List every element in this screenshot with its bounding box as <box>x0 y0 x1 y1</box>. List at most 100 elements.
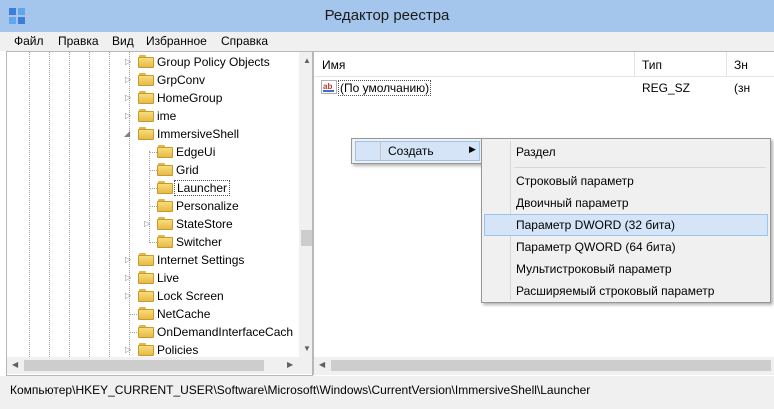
scroll-up-icon[interactable]: ▲ <box>303 56 311 65</box>
tree-item-label: Lock Screen <box>157 289 224 303</box>
tree-item-label: Group Policy Objects <box>157 55 270 69</box>
folder-icon <box>138 55 154 68</box>
tree-item-label: ime <box>157 109 177 123</box>
menu-item-label: Раздел <box>516 145 556 159</box>
value-row[interactable]: ab (По умолчанию) REG_SZ (зн <box>314 78 774 96</box>
tree-item-label: StateStore <box>176 217 233 231</box>
scroll-down-icon[interactable]: ▼ <box>303 344 311 353</box>
tree-item-label: HomeGroup <box>157 91 223 105</box>
menu-item-label: Параметр QWORD (64 бита) <box>516 240 676 254</box>
folder-icon <box>138 253 154 266</box>
menu-item-label: Строковый параметр <box>516 174 634 188</box>
window-title: Редактор реестра <box>324 7 450 24</box>
tree-connector <box>149 170 157 171</box>
menu-item-dword-value[interactable]: Параметр DWORD (32 бита) <box>484 214 768 236</box>
collapse-arrow-icon[interactable]: ◢ <box>124 129 130 138</box>
registry-tree[interactable]: ▷ Group Policy Objects ▷ GrpConv ▷ HomeG… <box>6 51 313 376</box>
folder-icon <box>157 163 173 176</box>
column-data[interactable]: Зн <box>734 58 748 72</box>
status-path: Компьютер\HKEY_CURRENT_USER\Software\Mic… <box>10 383 591 397</box>
value-data: (зн <box>734 81 751 95</box>
menu-help[interactable]: Справка <box>221 34 268 48</box>
scroll-thumb[interactable] <box>24 360 264 371</box>
title-bar: Редактор реестра <box>0 0 774 32</box>
folder-icon <box>157 181 173 194</box>
scroll-left-icon[interactable]: ◀ <box>319 360 325 369</box>
expand-arrow-icon[interactable]: ▷ <box>125 57 131 66</box>
menu-item-label: Расширяемый строковый параметр <box>516 284 715 298</box>
folder-icon <box>138 307 154 320</box>
tree-guide-line <box>29 52 30 357</box>
folder-icon <box>138 343 154 356</box>
svg-text:ab: ab <box>323 82 332 91</box>
value-name: (По умолчанию) <box>338 80 432 96</box>
tree-horizontal-scrollbar[interactable]: ◀ ▶ <box>7 357 299 374</box>
tree-item-label: Internet Settings <box>157 253 245 267</box>
tree-item-label: EdgeUi <box>176 145 216 159</box>
expand-arrow-icon[interactable]: ▷ <box>125 111 131 120</box>
menu-view[interactable]: Вид <box>112 34 134 48</box>
column-divider[interactable] <box>726 52 727 76</box>
menu-item-qword-value[interactable]: Параметр QWORD (64 бита) <box>484 236 768 258</box>
tree-connector <box>149 206 157 207</box>
menu-item-multistring-value[interactable]: Мультистроковый параметр <box>484 258 768 280</box>
menu-item-string-value[interactable]: Строковый параметр <box>484 170 768 192</box>
expand-arrow-icon[interactable]: ▷ <box>125 345 131 354</box>
menu-item-label: Мультистроковый параметр <box>516 262 672 276</box>
folder-icon <box>157 217 173 230</box>
tree-item-label: OnDemandInterfaceCach <box>157 325 294 339</box>
column-divider[interactable] <box>634 52 635 76</box>
string-value-icon: ab <box>321 80 337 94</box>
menu-item-expandable-string-value[interactable]: Расширяемый строковый параметр <box>484 280 768 302</box>
folder-icon <box>138 109 154 122</box>
values-horizontal-scrollbar[interactable]: ◀ <box>314 357 774 375</box>
tree-connector <box>149 242 157 243</box>
scroll-thumb[interactable] <box>331 360 771 371</box>
tree-guide-line <box>109 52 110 357</box>
menu-favorites[interactable]: Избранное <box>146 34 207 48</box>
folder-icon <box>138 271 154 284</box>
menu-item-label: Двоичный параметр <box>516 196 629 210</box>
menu-separator <box>514 167 766 168</box>
menu-edit[interactable]: Правка <box>58 34 99 48</box>
context-menu: Создать ▶ <box>351 138 484 164</box>
tree-vertical-scrollbar[interactable]: ▲ ▼ <box>299 52 312 357</box>
menu-item-binary-value[interactable]: Двоичный параметр <box>484 192 768 214</box>
scroll-left-icon[interactable]: ◀ <box>12 360 18 369</box>
column-type[interactable]: Тип <box>642 58 662 72</box>
column-name[interactable]: Имя <box>322 58 345 72</box>
tree-item-label: GrpConv <box>157 73 206 87</box>
expand-arrow-icon[interactable]: ▷ <box>125 93 131 102</box>
folder-icon <box>138 91 154 104</box>
expand-arrow-icon[interactable]: ▷ <box>125 291 131 300</box>
tree-item-label: NetCache <box>157 307 211 321</box>
menu-item-create-label[interactable]: Создать <box>388 144 434 158</box>
value-type: REG_SZ <box>642 81 691 95</box>
expand-arrow-icon[interactable]: ▷ <box>125 75 131 84</box>
menu-item-key[interactable]: Раздел <box>484 141 768 163</box>
menu-file[interactable]: Файл <box>14 34 44 48</box>
expand-arrow-icon[interactable]: ▷ <box>125 273 131 282</box>
expand-arrow-icon[interactable]: ▷ <box>125 255 131 264</box>
menu-item-label: Параметр DWORD (32 бита) <box>516 218 675 232</box>
scroll-thumb[interactable] <box>301 230 312 246</box>
folder-icon <box>138 325 154 338</box>
menu-bar: Файл Правка Вид Избранное Справка <box>0 32 774 51</box>
tree-guide-line <box>69 52 70 357</box>
tree-guide-line <box>49 52 50 357</box>
expand-arrow-icon[interactable]: ▷ <box>144 219 150 228</box>
tree-connector <box>129 332 137 333</box>
tree-item-label: Grid <box>176 163 199 177</box>
folder-icon <box>138 289 154 302</box>
folder-icon <box>138 127 154 140</box>
folder-icon <box>157 145 173 158</box>
scroll-right-icon[interactable]: ▶ <box>287 360 293 369</box>
status-bar: Компьютер\HKEY_CURRENT_USER\Software\Mic… <box>0 376 774 409</box>
menu-gutter <box>380 141 381 161</box>
create-submenu: Раздел Строковый параметр Двоичный парам… <box>481 138 771 303</box>
tree-guide-line <box>149 151 150 243</box>
scrollbar-corner <box>299 357 312 374</box>
tree-item-label: Live <box>157 271 180 285</box>
tree-connector <box>149 152 157 153</box>
folder-icon <box>157 199 173 212</box>
